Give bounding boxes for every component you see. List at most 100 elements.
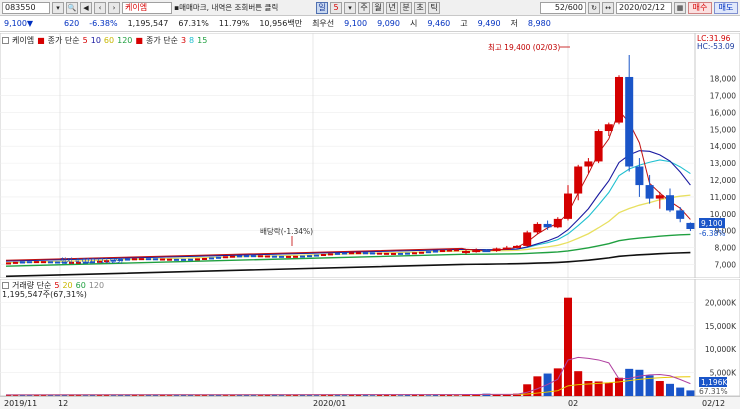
price-tag-text: 9,100	[701, 219, 723, 228]
volume-tick-label: 15,000K	[705, 322, 737, 331]
legend-ma2-label: 종가 단순	[145, 36, 178, 45]
date-label-2020-01: 2020/01	[313, 399, 347, 408]
tab-year[interactable]: 년	[386, 1, 398, 14]
high-label: 고	[460, 19, 468, 28]
legend-ma10: 10	[90, 36, 101, 45]
candle-flat	[258, 255, 263, 258]
volume-chart[interactable]: 20,000K 15,000K 10,000K 5,000K 1,196K 67.31…	[0, 278, 740, 397]
price-chart[interactable]: 18,000 17,000 16,000 15,000 14,000 13,000 12,0…	[0, 32, 740, 279]
volume-icon[interactable]: ◀	[80, 1, 92, 14]
sell-button[interactable]: 매도	[714, 1, 738, 14]
volume-value-text: 1,195,547주(67,31%)	[2, 290, 87, 299]
candle-flat	[27, 261, 32, 264]
volume-bar	[635, 369, 644, 396]
legend-ma8: 8	[189, 36, 195, 45]
price-tick-label: 8,000	[715, 244, 737, 253]
candle-flat	[132, 258, 137, 261]
volume-value-legend: 1,195,547주(67,31%)	[2, 289, 87, 300]
candle-flat	[230, 255, 235, 258]
stock-code-input[interactable]: 083550	[2, 1, 50, 14]
candle-flat	[321, 253, 326, 256]
low-label: 저	[510, 19, 518, 28]
tab-minute[interactable]: 분	[400, 1, 412, 14]
volume-chart-pane[interactable]: 20,000K 15,000K 10,000K 5,000K 1,196K 67.31…	[0, 278, 740, 397]
tab-month[interactable]: 월	[372, 1, 384, 14]
candle-body	[655, 195, 664, 199]
volume-legend-checkbox[interactable]	[2, 282, 9, 289]
best-ask: 9,100	[344, 19, 368, 28]
change-value: 620	[64, 19, 80, 28]
price-legend: 케이엠 ■ 종가 단순 5 10 60 120 ■ 종가 단순 3 8 15	[2, 35, 207, 46]
dropdown-icon[interactable]: ▾	[344, 1, 356, 14]
best-bid: 9,090	[377, 19, 400, 28]
buy-button[interactable]: 매수	[688, 1, 712, 14]
candle-body	[594, 131, 603, 162]
candle-body	[635, 166, 644, 186]
tab-second[interactable]: 초	[414, 1, 426, 14]
price-value: 9,100	[4, 19, 27, 28]
price-tick-label: 17,000	[710, 92, 736, 101]
candle-flat	[370, 252, 375, 255]
candle-body	[615, 76, 623, 123]
candle-flat	[293, 255, 298, 258]
legend-ma5: 5	[82, 36, 88, 45]
expand-icon[interactable]: ↔	[602, 1, 614, 14]
candle-flat	[349, 252, 354, 255]
volume-tick-label: 5,000K	[710, 369, 737, 378]
candle-flat	[419, 251, 424, 254]
candle-body	[553, 218, 562, 228]
candle-body	[513, 245, 521, 248]
notice-text: ▪매매마크, 내역은 조회버튼 클릭	[174, 3, 279, 12]
stock-name-field[interactable]: 케이엠	[122, 1, 172, 14]
next-icon[interactable]: ›	[108, 1, 120, 14]
candle-flat	[48, 261, 53, 264]
price-chart-pane[interactable]: 18,000 17,000 16,000 15,000 14,000 13,000 12,0…	[0, 32, 740, 279]
candle-flat	[41, 261, 46, 264]
candle-flat	[363, 252, 368, 255]
volume-pct-tag: 67.31%	[699, 387, 728, 396]
date-axis: 2019/11 12 2020/01 02 02/12	[0, 396, 740, 409]
turnover-value: 11.79%	[218, 19, 250, 28]
magnifier-icon[interactable]: 🔍	[66, 1, 78, 14]
candle-flat	[328, 253, 333, 256]
date-label-2019-11: 2019/11	[4, 399, 38, 408]
tab-5[interactable]: 5	[330, 1, 342, 14]
candle-flat	[405, 252, 410, 255]
candle-body	[676, 210, 685, 219]
tab-week[interactable]: 주	[358, 1, 370, 14]
dividend-annotation: 배당락(-1.34%)	[260, 226, 313, 236]
candle-flat	[433, 250, 438, 253]
tab-day[interactable]: 일	[316, 1, 328, 14]
volume-bar	[584, 381, 593, 396]
candle-body	[482, 250, 491, 253]
count-field[interactable]: 52/600	[540, 1, 586, 14]
quote-bar: 9,100▼ 620 -6.38% 1,195,547 67.31% 11.79…	[0, 16, 740, 32]
candle-flat	[356, 252, 361, 255]
candle-body	[625, 76, 634, 167]
candle-flat	[335, 252, 340, 255]
change-percent: -6.38%	[89, 19, 118, 28]
volume-tick-label: 20,000K	[705, 298, 737, 307]
search-icon[interactable]: ▾	[52, 1, 64, 14]
candle-flat	[153, 258, 158, 261]
price-tick-label: 18,000	[710, 75, 736, 84]
volume-tick-label: 10,000K	[705, 345, 737, 354]
legend-checkbox[interactable]	[2, 37, 9, 44]
candle-flat	[6, 262, 11, 265]
high-annotation: 최고 19,400 (02/03)	[488, 42, 560, 52]
date-field[interactable]: 2020/02/12	[616, 1, 672, 14]
tab-tick[interactable]: 틱	[428, 1, 440, 14]
prev-icon[interactable]: ‹	[94, 1, 106, 14]
current-price: 9,100▼	[4, 19, 34, 28]
high-value: 9,490	[477, 19, 501, 28]
candle-body	[564, 193, 572, 219]
candle-flat	[454, 249, 459, 252]
calendar-icon[interactable]: ▦	[674, 1, 686, 14]
candle-flat	[272, 255, 277, 258]
candle-flat	[188, 258, 193, 261]
volume-legend-120: 120	[88, 281, 105, 290]
volume-tag-text: 1,196K	[701, 378, 728, 387]
legend-ma-label: 종가 단순	[47, 36, 80, 45]
refresh-icon[interactable]: ↻	[588, 1, 600, 14]
candle-flat	[195, 258, 200, 261]
